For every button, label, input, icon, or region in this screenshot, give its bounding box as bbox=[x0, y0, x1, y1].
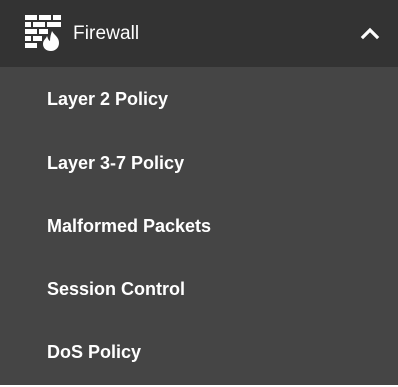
section-title: Firewall bbox=[73, 23, 140, 44]
firewall-section-header[interactable]: Firewall bbox=[0, 0, 398, 67]
menu-item-layer-2-policy[interactable]: Layer 2 Policy bbox=[0, 67, 398, 132]
menu-item-malformed-packets[interactable]: Malformed Packets bbox=[0, 195, 398, 258]
menu-item-layer-3-7-policy[interactable]: Layer 3-7 Policy bbox=[0, 132, 398, 195]
firewall-submenu: Layer 2 Policy Layer 3-7 Policy Malforme… bbox=[0, 67, 398, 384]
firewall-nav-panel: Firewall Layer 2 Policy Layer 3-7 Policy… bbox=[0, 0, 398, 387]
menu-item-dos-policy[interactable]: DoS Policy bbox=[0, 321, 398, 384]
firewall-icon bbox=[24, 14, 62, 52]
menu-item-session-control[interactable]: Session Control bbox=[0, 258, 398, 321]
chevron-up-icon[interactable] bbox=[358, 24, 382, 42]
